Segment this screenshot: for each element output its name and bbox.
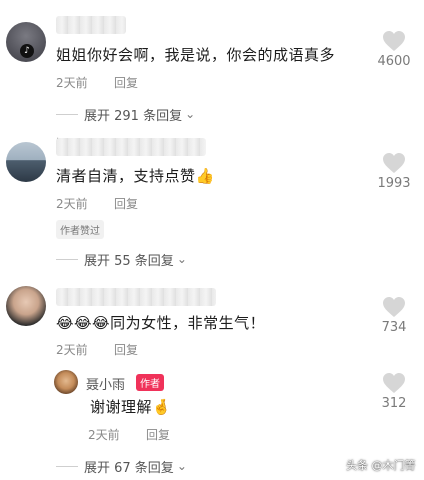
comment-text: 姐姐你好会啊，我是说，你会的成语真多 bbox=[56, 46, 336, 64]
like-heart-icon[interactable] bbox=[382, 30, 406, 52]
reply-text: 谢谢理解 bbox=[90, 398, 153, 416]
reply-time: 2天前 bbox=[88, 428, 120, 442]
like-count: 4600 bbox=[377, 54, 411, 69]
comment-text-line: 😂😂😂同为女性，非常生气！ bbox=[56, 312, 265, 333]
divider bbox=[56, 258, 78, 260]
comment-time: 2天前 bbox=[56, 197, 88, 211]
like-count: 312 bbox=[381, 396, 407, 411]
expand-replies-button[interactable]: 展开 291 条回复 ⌄ bbox=[56, 105, 196, 124]
reply-text-line: 谢谢理解🤞 bbox=[90, 396, 171, 417]
blurred-username[interactable] bbox=[56, 16, 126, 34]
comment-text: 清者自清，支持点赞 bbox=[56, 167, 196, 185]
thumbs-up-emoji-icon: 👍 bbox=[195, 167, 215, 185]
expand-replies-label: 展开 67 条回复 bbox=[84, 460, 174, 476]
blurred-username[interactable] bbox=[56, 288, 216, 306]
expand-replies-button[interactable]: 展开 55 条回复 ⌄ bbox=[56, 250, 187, 269]
blurred-username[interactable] bbox=[56, 138, 206, 156]
comment-text: 同为女性，非常生气！ bbox=[110, 314, 266, 332]
like-heart-icon[interactable] bbox=[382, 372, 406, 394]
chevron-down-icon: ⌄ bbox=[176, 252, 187, 266]
author-tag-badge: 作者 bbox=[136, 374, 164, 391]
reply-button[interactable]: 回复 bbox=[146, 426, 170, 443]
chevron-down-icon: ⌄ bbox=[176, 459, 187, 473]
avatar[interactable] bbox=[6, 142, 46, 182]
author-avatar[interactable] bbox=[54, 370, 78, 394]
like-count: 1993 bbox=[377, 176, 411, 191]
like-heart-icon[interactable] bbox=[382, 296, 406, 318]
reply-button[interactable]: 回复 bbox=[114, 195, 138, 212]
reply-button[interactable]: 回复 bbox=[114, 74, 138, 91]
divider bbox=[56, 465, 78, 467]
chevron-down-icon: ⌄ bbox=[185, 107, 196, 121]
author-liked-badge: 作者赞过 bbox=[56, 220, 104, 239]
comment-text-line: 清者自清，支持点赞👍 bbox=[56, 165, 215, 186]
comment-time: 2天前 bbox=[56, 76, 88, 90]
expand-replies-button[interactable]: 展开 67 条回复 ⌄ bbox=[56, 457, 187, 476]
expand-replies-label: 展开 291 条回复 bbox=[84, 108, 183, 124]
laughing-emoji-icon: 😂😂😂 bbox=[56, 314, 111, 332]
divider bbox=[56, 113, 78, 115]
like-count: 734 bbox=[381, 320, 407, 335]
reply-button[interactable]: 回复 bbox=[114, 341, 138, 358]
tiktok-badge-icon: ♪ bbox=[20, 44, 34, 58]
watermark: 头条 @木门箐 bbox=[346, 459, 416, 472]
avatar[interactable] bbox=[6, 286, 46, 326]
crossed-fingers-emoji-icon: 🤞 bbox=[152, 398, 172, 416]
like-heart-icon[interactable] bbox=[382, 152, 406, 174]
expand-replies-label: 展开 55 条回复 bbox=[84, 253, 174, 269]
author-name[interactable]: 聂小雨 bbox=[86, 374, 125, 393]
comment-time: 2天前 bbox=[56, 343, 88, 357]
